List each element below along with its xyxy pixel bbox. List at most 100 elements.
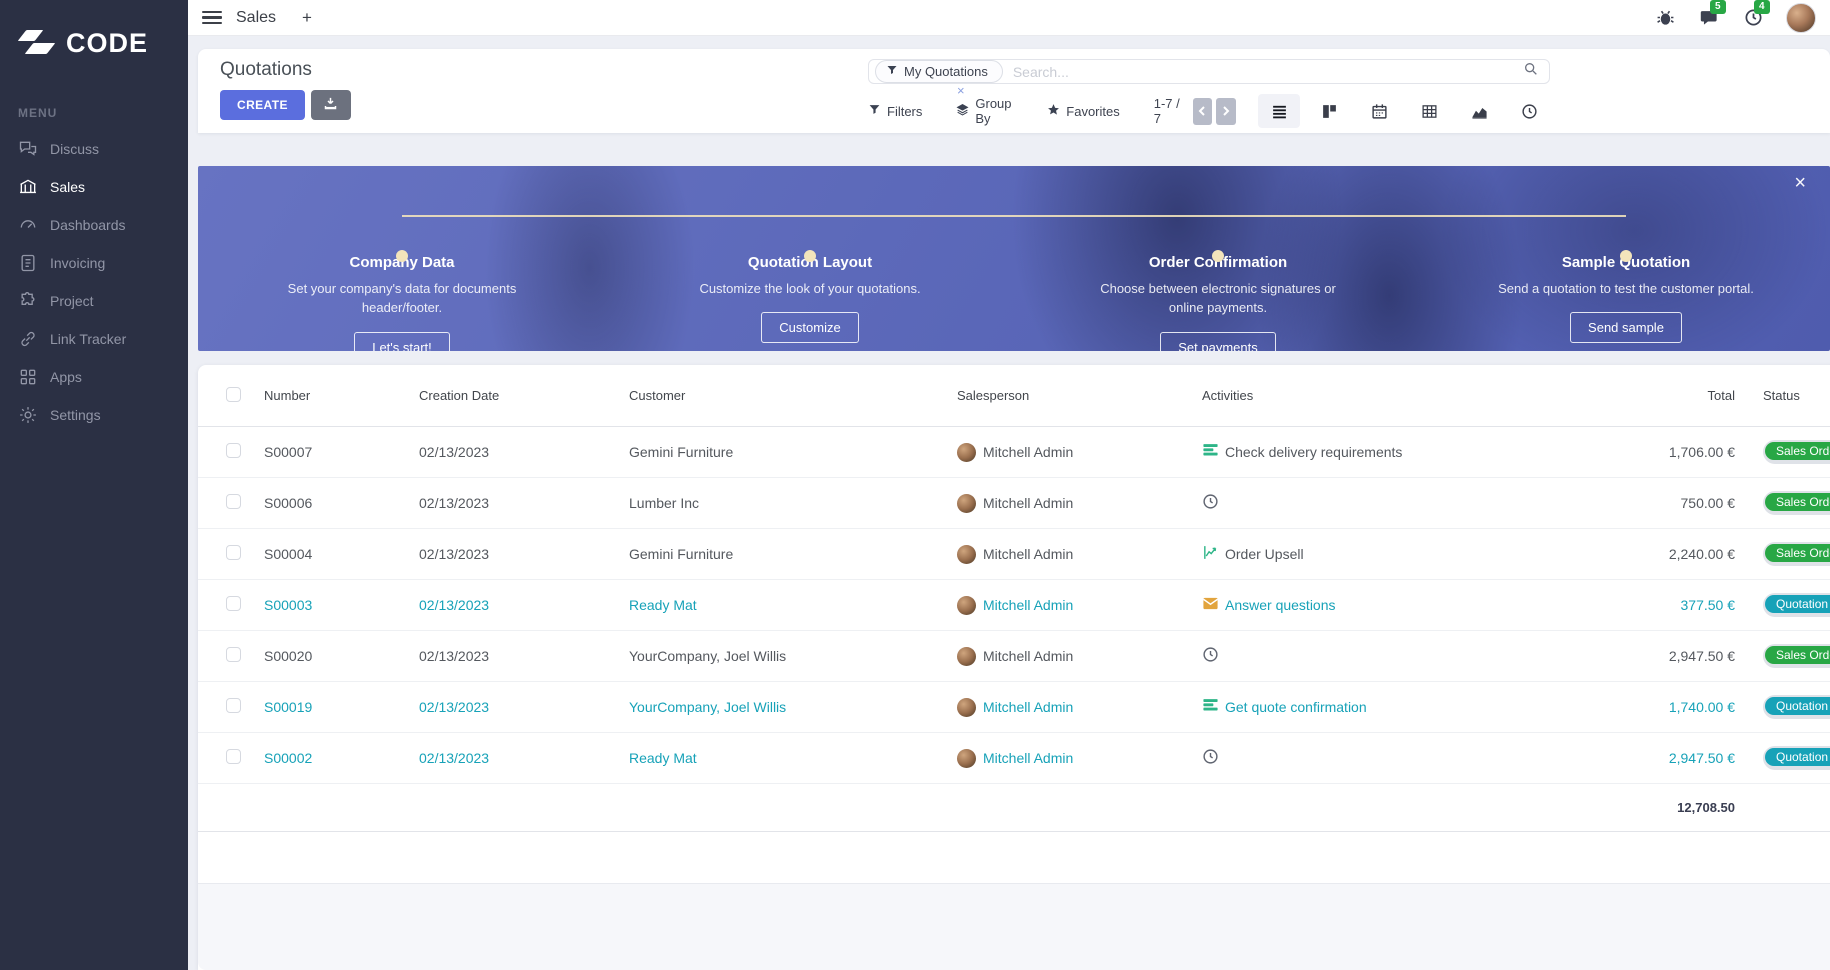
column-header-total[interactable]: Total xyxy=(1537,388,1745,403)
salesperson-avatar xyxy=(957,646,976,666)
tab-sales[interactable]: Sales xyxy=(236,9,276,27)
app-logo[interactable]: CODE xyxy=(0,0,188,62)
salesperson-avatar xyxy=(957,697,976,717)
cell-activity[interactable]: Order Upsell xyxy=(1225,546,1304,562)
hamburger-menu-icon[interactable] xyxy=(202,10,222,25)
cell-total: 377.50 € xyxy=(1680,597,1736,613)
search-facet-chip[interactable]: My Quotations xyxy=(875,60,1003,84)
cell-salesperson: Mitchell Admin xyxy=(983,648,1074,664)
clock-icon[interactable] xyxy=(1202,748,1219,768)
table-row[interactable]: S00019 02/13/2023 YourCompany, Joel Will… xyxy=(198,682,1830,733)
kanban-view-icon[interactable] xyxy=(1308,94,1350,128)
row-checkbox[interactable] xyxy=(226,443,241,458)
favorites-button[interactable]: Favorites xyxy=(1047,103,1120,119)
table-body: S00007 02/13/2023 Gemini Furniture Mitch… xyxy=(198,427,1830,784)
cell-activity[interactable]: Check delivery requirements xyxy=(1225,444,1402,460)
step-action-button[interactable]: Let's start! xyxy=(354,331,450,351)
cell-activity[interactable]: Get quote confirmation xyxy=(1225,699,1367,715)
table-row[interactable]: S00002 02/13/2023 Ready Mat Mitchell Adm… xyxy=(198,733,1830,784)
table-row[interactable]: S00006 02/13/2023 Lumber Inc Mitchell Ad… xyxy=(198,478,1830,529)
sidebar-item-label: Invoicing xyxy=(50,255,106,271)
salesperson-avatar xyxy=(957,595,976,615)
status-badge: Sales Order xyxy=(1763,440,1830,464)
cell-creation-date: 02/13/2023 xyxy=(419,495,490,511)
status-badge: Quotation xyxy=(1763,695,1830,719)
list-view-icon[interactable] xyxy=(1258,94,1300,129)
row-checkbox[interactable] xyxy=(226,545,241,560)
row-checkbox[interactable] xyxy=(226,698,241,713)
column-header-salesperson[interactable]: Salesperson xyxy=(957,388,1202,403)
settings-icon xyxy=(18,405,38,425)
filters-button[interactable]: Filters xyxy=(868,103,922,119)
topbar-actions: 5 4 xyxy=(1654,0,1816,33)
sidebar-item-settings[interactable]: Settings xyxy=(0,396,188,434)
cell-creation-date: 02/13/2023 xyxy=(419,444,490,460)
export-button[interactable] xyxy=(310,90,351,121)
search-bar[interactable]: My Quotations × Search... xyxy=(868,59,1550,97)
table-row[interactable]: S00007 02/13/2023 Gemini Furniture Mitch… xyxy=(198,427,1830,478)
facet-remove-icon[interactable]: × xyxy=(957,84,965,97)
cell-total: 2,947.50 € xyxy=(1668,648,1735,664)
messages-icon[interactable]: 5 xyxy=(1698,0,1726,29)
list-check-icon[interactable] xyxy=(1202,442,1219,462)
pivot-view-icon[interactable] xyxy=(1408,94,1450,128)
project-icon xyxy=(18,291,38,311)
sidebar-item-apps[interactable]: Apps xyxy=(0,358,188,396)
activities-clock-icon[interactable]: 4 xyxy=(1742,0,1770,29)
step-action-button[interactable]: Set payments xyxy=(1160,331,1276,351)
status-badge-label: Quotation xyxy=(1765,748,1830,766)
create-button[interactable]: CREATE xyxy=(220,90,305,121)
onboarding-step: Order Confirmation Choose between electr… xyxy=(1014,206,1422,351)
table-row[interactable]: S00020 02/13/2023 YourCompany, Joel Will… xyxy=(198,631,1830,682)
sidebar-item-sales[interactable]: Sales xyxy=(0,168,188,206)
step-action-button[interactable]: Customize xyxy=(761,312,859,344)
sidebar-item-invoicing[interactable]: Invoicing xyxy=(0,244,188,282)
cell-number: S00019 xyxy=(264,699,313,715)
user-avatar[interactable] xyxy=(1786,2,1816,33)
row-checkbox[interactable] xyxy=(226,647,241,662)
favorites-label: Favorites xyxy=(1066,103,1120,119)
group-by-button[interactable]: Group By xyxy=(956,96,1013,126)
cell-salesperson: Mitchell Admin xyxy=(983,597,1074,613)
select-all-checkbox[interactable] xyxy=(226,386,241,402)
sidebar-item-project[interactable]: Project xyxy=(0,282,188,320)
search-input[interactable]: Search... xyxy=(1013,64,1523,80)
new-tab-button[interactable]: + xyxy=(302,8,312,28)
table-row[interactable]: S00003 02/13/2023 Ready Mat Mitchell Adm… xyxy=(198,580,1830,631)
clock-icon[interactable] xyxy=(1202,493,1219,513)
step-action-button[interactable]: Send sample xyxy=(1570,312,1682,344)
list-check-icon[interactable] xyxy=(1202,697,1219,717)
envelope-icon[interactable] xyxy=(1202,595,1219,615)
cell-activity[interactable]: Answer questions xyxy=(1225,597,1336,613)
sidebar-item-label: Dashboards xyxy=(50,217,126,233)
pager-previous-button[interactable] xyxy=(1192,97,1213,125)
sidebar-item-dashboards[interactable]: Dashboards xyxy=(0,206,188,244)
step-description: Send a quotation to test the customer po… xyxy=(1498,280,1754,296)
sidebar-item-discuss[interactable]: Discuss xyxy=(0,130,188,168)
cell-customer: YourCompany, Joel Willis xyxy=(629,648,787,664)
cell-creation-date: 02/13/2023 xyxy=(419,699,490,715)
column-header-creation-date[interactable]: Creation Date xyxy=(419,388,629,403)
status-badge: Sales Order xyxy=(1763,542,1830,566)
sidebar-item-link-tracker[interactable]: Link Tracker xyxy=(0,320,188,358)
row-checkbox[interactable] xyxy=(226,749,241,764)
column-header-customer[interactable]: Customer xyxy=(629,388,957,403)
cell-number: S00020 xyxy=(264,648,313,664)
main-area: Sales + 5 4 Quotations CREATE My Quotati… xyxy=(188,0,1830,970)
graph-view-icon[interactable] xyxy=(1458,94,1500,128)
row-checkbox[interactable] xyxy=(226,494,241,509)
column-header-number[interactable]: Number xyxy=(264,388,419,403)
calendar-view-icon[interactable] xyxy=(1358,94,1400,128)
search-icon[interactable] xyxy=(1523,61,1539,82)
row-checkbox[interactable] xyxy=(226,596,241,611)
column-header-status[interactable]: Status xyxy=(1745,388,1830,403)
pager-next-button[interactable] xyxy=(1216,97,1236,125)
column-header-activities[interactable]: Activities xyxy=(1202,388,1537,403)
bug-icon[interactable] xyxy=(1654,7,1676,29)
clock-icon[interactable] xyxy=(1202,646,1219,666)
chart-increase-icon[interactable] xyxy=(1202,544,1219,564)
table-row[interactable]: S00004 02/13/2023 Gemini Furniture Mitch… xyxy=(198,529,1830,580)
activity-view-icon[interactable] xyxy=(1508,94,1550,128)
view-switcher xyxy=(1258,94,1550,129)
cell-creation-date: 02/13/2023 xyxy=(419,546,490,562)
